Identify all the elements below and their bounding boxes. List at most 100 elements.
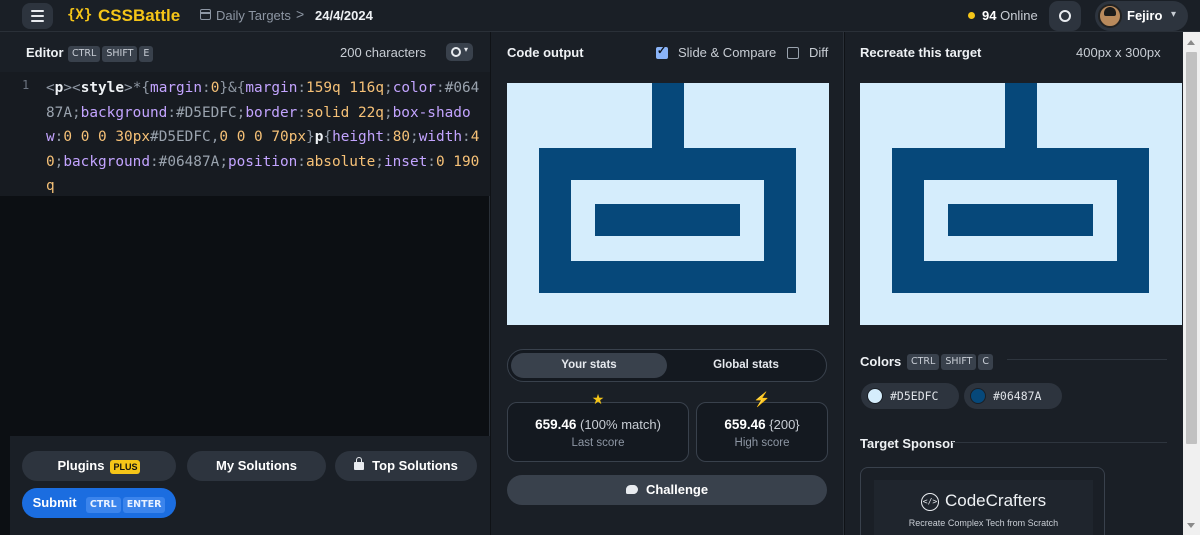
online-count: 94 [982,8,997,23]
sponsor-title: Target Sponsor [860,436,956,451]
logo-icon[interactable]: {X} [67,7,92,23]
user-menu-button[interactable]: Fejiro ▾ [1095,1,1188,31]
code-editor[interactable]: 1 <p><style>*{margin:0}&{margin:159q 116… [0,72,490,196]
divider [1007,359,1167,360]
color-swatch-light[interactable]: #D5EDFC [861,383,959,409]
high-score-value: 659.46 [724,417,766,432]
diff-checkbox[interactable] [787,47,799,59]
slide-compare-label[interactable]: Slide & Compare [678,45,776,60]
codecrafters-logo-icon: </> [921,493,939,511]
scroll-thumb[interactable] [1186,52,1197,444]
menu-icon [31,10,44,12]
editor-panel: Editor CTRL SHIFT E 200 characters ▾ 1 <p>… [0,32,490,535]
slide-compare-checkbox[interactable] [656,44,668,59]
color-dot [867,388,883,404]
menu-icon-bar [31,15,44,17]
top-solutions-label: Top Solutions [372,458,458,473]
sponsor-card[interactable]: </> CodeCrafters Recreate Complex Tech f… [860,467,1105,535]
tab-your-stats[interactable]: Your stats [511,353,667,378]
last-score-card: ★ 659.46 (100% match) Last score [507,391,689,462]
scroll-up-icon[interactable] [1187,40,1195,45]
lock-icon [354,456,365,470]
output-title: Code output [507,45,584,60]
high-score-card: ⚡ 659.46 {200} High score [696,391,828,462]
last-score-line: 659.46 (100% match) [508,417,688,432]
key-shift: SHIFT [941,354,977,370]
high-score-chars: {200} [769,417,800,432]
app-logo-text[interactable]: CSSBattle [98,6,180,26]
code-text[interactable]: <p><style>*{margin:0}&{margin:159q 116q;… [46,76,486,199]
last-score-value: 659.46 [535,417,577,432]
center-bar [948,204,1093,236]
challenge-button[interactable]: Challenge [507,475,827,505]
key-e: E [139,46,154,62]
scroll-down-icon[interactable] [1187,523,1195,528]
chevron-down-icon: ▾ [1171,9,1177,20]
online-label: Online [1000,8,1038,23]
breadcrumb-separator: > [296,6,305,22]
output-panel: Code output Slide & Compare Diff Your st… [491,32,844,535]
submit-label: Submit [32,495,77,510]
target-panel: Recreate this target 400px x 300px Color… [845,32,1200,535]
plus-badge: PLUS [110,459,141,474]
colors-title: Colors [860,354,902,369]
last-score-match: (100% match) [580,417,661,432]
sun-icon [1059,10,1071,22]
editor-actions: Plugins PLUS My Solutions Top Solutions S… [10,436,490,535]
line-number: 1 [22,78,30,92]
menu-icon-bar [31,20,44,22]
color-dot [970,388,986,404]
divider [952,442,1167,443]
diff-label[interactable]: Diff [809,45,828,60]
breadcrumb-daily-targets[interactable]: Daily Targets [216,8,291,23]
key-ctrl: CTRL [907,354,940,370]
color-swatch-dark[interactable]: #06487A [964,383,1062,409]
center-bar [595,204,740,236]
last-score-label: Last score [571,437,625,449]
bolt-icon: ⚡ [753,391,771,407]
top-stem [1005,83,1037,149]
target-preview[interactable] [860,83,1182,325]
stats-toggle: Your stats Global stats [507,349,827,382]
online-counter: 94 Online [982,8,1038,23]
gear-icon [451,47,461,57]
sponsor-tagline: Recreate Complex Tech from Scratch [908,518,1059,528]
page-scrollbar[interactable] [1183,32,1200,535]
submit-button[interactable]: Submit CTRL ENTER [22,488,176,518]
character-count: 200 characters [340,45,426,60]
color-hex: #06487A [993,389,1042,403]
top-stem [652,83,684,149]
key-ctrl: CTRL [68,46,101,62]
star-icon: ★ [591,391,605,407]
key-ctrl: CTRL [85,497,121,513]
color-hex: #D5EDFC [890,389,939,403]
calendar-icon [200,9,211,20]
editor-title: Editor [26,45,64,60]
tab-global-stats[interactable]: Global stats [668,353,824,378]
my-solutions-button[interactable]: My Solutions [187,451,326,481]
editor-settings-button[interactable]: ▾ [446,43,473,61]
sponsor-banner[interactable]: </> CodeCrafters Recreate Complex Tech f… [874,480,1093,535]
target-size: 400px x 300px [1076,45,1161,60]
username: Fejiro [1127,8,1163,23]
top-solutions-button[interactable]: Top Solutions [335,451,477,481]
chevron-down-icon: ▾ [464,45,469,54]
editor-header: Editor CTRL SHIFT E 200 characters ▾ [0,32,490,72]
key-shift: SHIFT [102,46,138,62]
key-c: C [978,354,994,370]
key-enter: ENTER [122,497,166,513]
online-status-dot [968,12,975,19]
twitter-icon [625,485,638,495]
theme-toggle-button[interactable] [1049,1,1081,31]
hamburger-menu-button[interactable] [22,3,53,29]
code-output-preview[interactable] [507,83,829,325]
colors-shortcut: CTRL SHIFT C [907,352,995,370]
target-title: Recreate this target [860,45,982,60]
avatar [1098,4,1122,28]
plugins-button[interactable]: Plugins PLUS [22,451,176,481]
breadcrumb-current-date: 24/4/2024 [315,8,373,23]
sponsor-name: CodeCrafters [945,491,1047,510]
plugins-label: Plugins [57,458,105,473]
high-score-label: High score [734,437,790,449]
top-bar: {X} CSSBattle Daily Targets > 24/4/2024 … [0,0,1200,32]
